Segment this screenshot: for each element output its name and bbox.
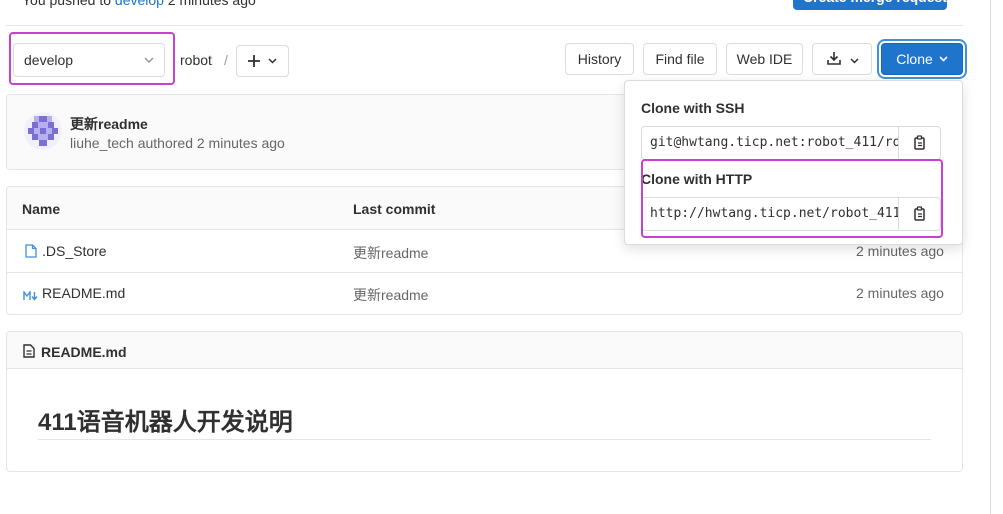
- chevron-down-icon: [268, 56, 277, 67]
- page-edge-divider: [990, 0, 991, 514]
- add-to-tree-button[interactable]: [236, 45, 289, 77]
- markdown-icon: [23, 288, 39, 304]
- highlight-branch-selector: [9, 32, 175, 85]
- readme-filename-link[interactable]: README.md: [41, 344, 127, 360]
- plus-icon: [248, 51, 260, 72]
- readme-header: [7, 332, 962, 369]
- readme-heading: 411语音机器人开发说明: [38, 409, 293, 436]
- copy-ssh-button[interactable]: [898, 127, 940, 159]
- readme-panel: README.md 411语音机器人开发说明: [6, 331, 963, 472]
- push-notice-time: 2 minutes ago: [163, 0, 256, 8]
- push-notice: You pushed to develop 2 minutes ago: [22, 0, 256, 8]
- clone-ssh-label: Clone with SSH: [641, 100, 745, 116]
- push-notice-text: You pushed to: [22, 0, 115, 8]
- chevron-down-icon: [939, 54, 948, 65]
- column-header-last-commit: Last commit: [353, 201, 436, 217]
- divider: [6, 25, 963, 26]
- clone-button-label: Clone: [896, 51, 933, 67]
- highlight-clone-http: [641, 159, 943, 238]
- clone-button[interactable]: Clone: [881, 43, 963, 75]
- copy-icon: [913, 135, 925, 150]
- document-icon: [23, 344, 35, 361]
- file-updated-time: 2 minutes ago: [856, 285, 944, 301]
- file-icon: [25, 244, 37, 261]
- commit-author-meta: liuhe_tech authored 2 minutes ago: [70, 135, 285, 151]
- web-ide-button[interactable]: Web IDE: [726, 43, 803, 75]
- chevron-down-icon: [849, 51, 859, 67]
- create-merge-request-button[interactable]: Create merge request: [793, 0, 947, 10]
- column-header-name: Name: [22, 201, 61, 217]
- file-name-link[interactable]: README.md: [42, 285, 125, 301]
- history-button[interactable]: History: [565, 43, 634, 75]
- breadcrumb-project[interactable]: robot: [180, 52, 212, 68]
- file-updated-time: 2 minutes ago: [856, 243, 944, 259]
- download-button[interactable]: [812, 43, 872, 75]
- file-name-link[interactable]: .DS_Store: [42, 243, 107, 259]
- file-commit-link[interactable]: 更新readme: [353, 285, 428, 305]
- clone-ssh-field[interactable]: git@hwtang.ticp.net:robot_411/robot.git: [641, 126, 941, 160]
- find-file-button[interactable]: Find file: [643, 43, 717, 75]
- row-divider: [7, 272, 962, 273]
- breadcrumb-separator: /: [224, 52, 228, 68]
- file-commit-link[interactable]: 更新readme: [353, 243, 428, 263]
- clone-ssh-url[interactable]: git@hwtang.ticp.net:robot_411/robot.git: [642, 127, 898, 159]
- commit-title-link[interactable]: 更新readme: [70, 114, 148, 134]
- heading-rule: [38, 439, 931, 440]
- download-icon: [826, 50, 842, 69]
- avatar[interactable]: [24, 112, 62, 150]
- push-notice-branch-link[interactable]: develop: [115, 0, 164, 8]
